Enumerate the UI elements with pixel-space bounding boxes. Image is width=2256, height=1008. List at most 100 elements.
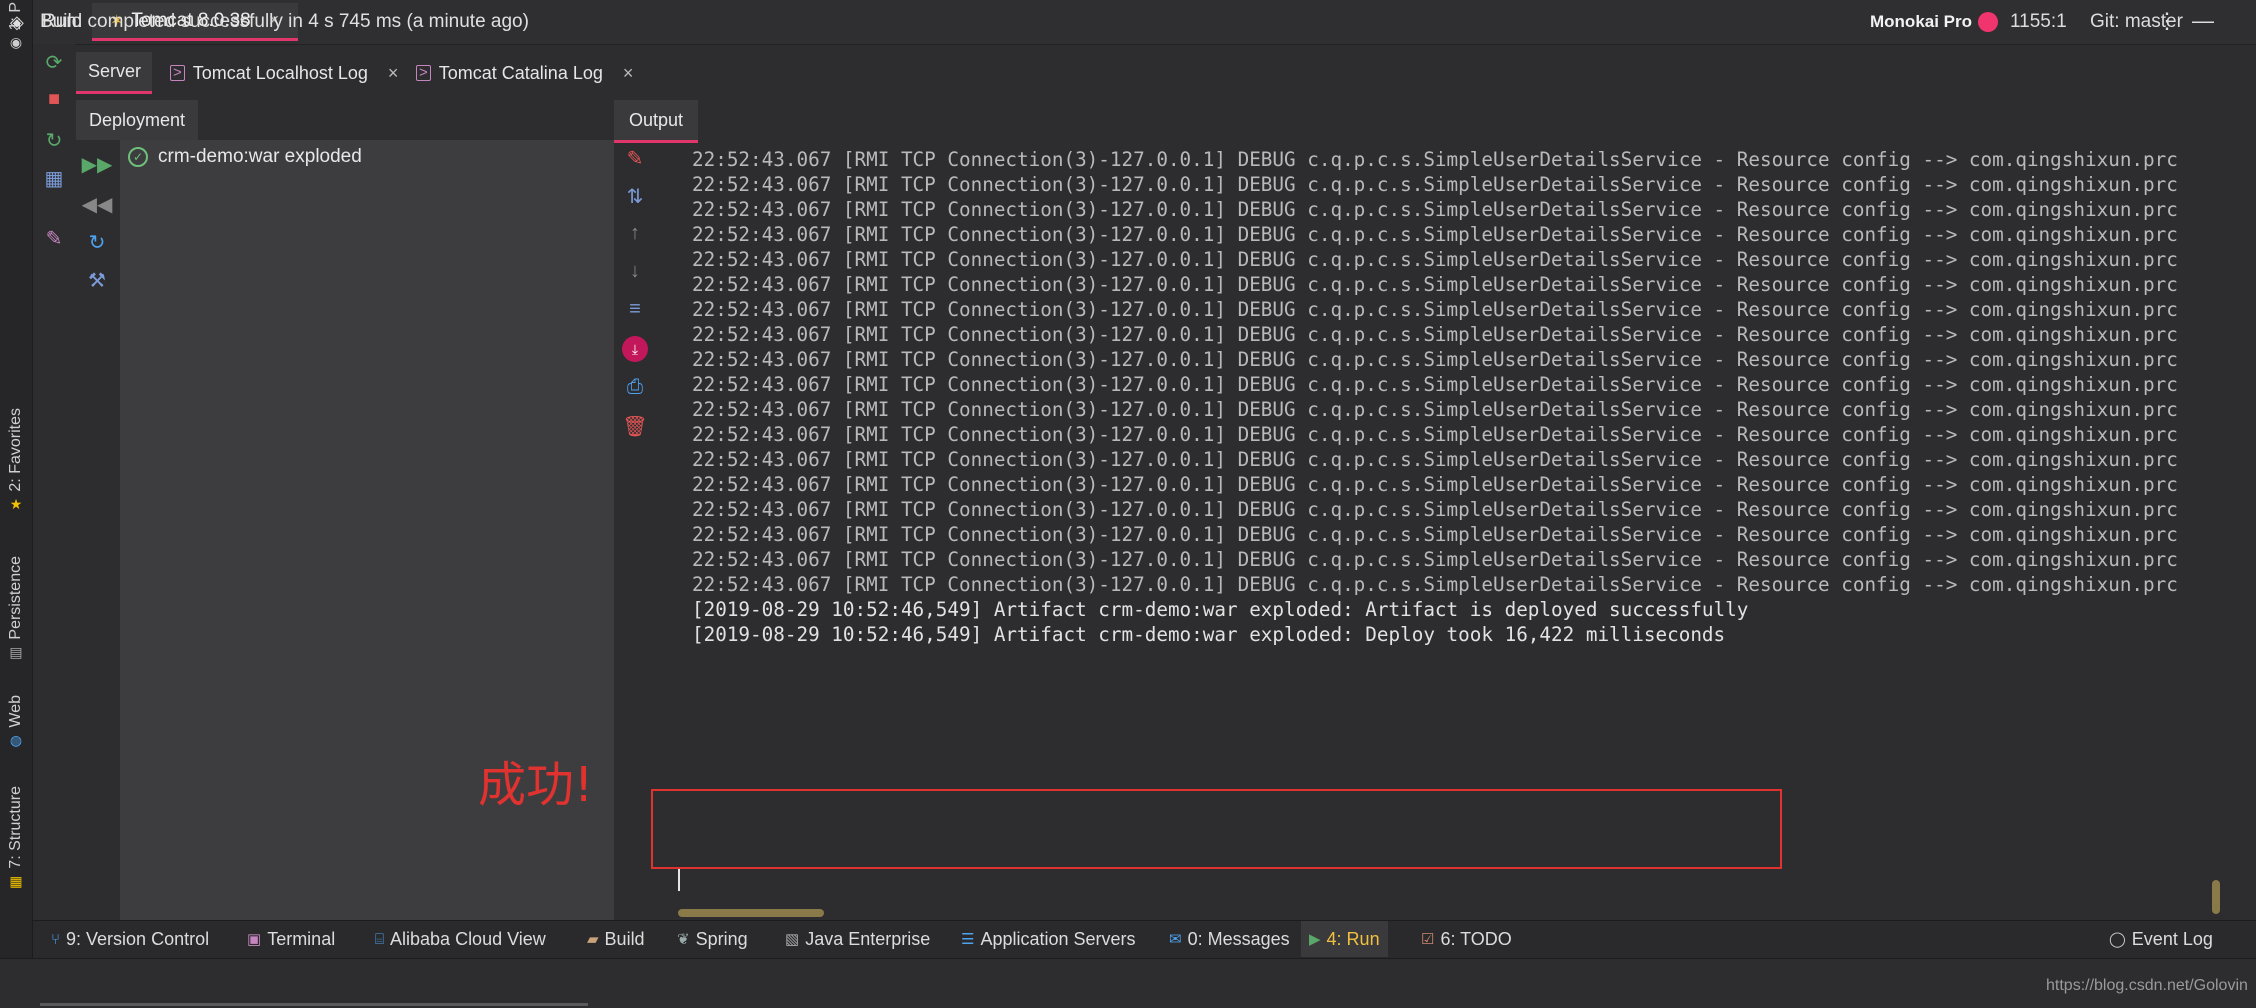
server-sub-tabs: Server > Tomcat Localhost Log × > Tomcat…	[76, 52, 2256, 96]
tab-label: Tomcat Catalina Log	[438, 62, 603, 83]
left-tool-strip: 1: P ◉ 2: Favorites ★ Persistence ▤ Web …	[0, 0, 33, 970]
structure-icon: ▦	[9, 872, 23, 889]
log-line: 22:52:43.067 [RMI TCP Connection(3)-127.…	[692, 573, 2178, 596]
log-line: 22:52:43.067 [RMI TCP Connection(3)-127.…	[692, 448, 2178, 471]
refresh-icon[interactable]: ↻	[76, 230, 118, 255]
tab-terminal[interactable]: ▣ Terminal	[247, 921, 335, 957]
left-tab-web[interactable]: Web ◍	[3, 695, 29, 749]
log-line-success: [2019-08-29 10:52:46,549] Artifact crm-d…	[692, 598, 1749, 621]
theme-name[interactable]: Monokai Pro	[1870, 12, 1972, 32]
branch-icon: ⑂	[51, 930, 61, 948]
tab-application-servers[interactable]: ☰ Application Servers	[961, 921, 1136, 957]
spring-icon: ❦	[677, 931, 690, 948]
tab-version-control[interactable]: ⑂ 9: Version Control	[51, 921, 209, 957]
deployment-header[interactable]: Deployment	[76, 100, 198, 143]
console-output[interactable]: 22:52:43.067 [RMI TCP Connection(3)-127.…	[678, 144, 2226, 889]
text-cursor	[678, 869, 680, 891]
tab-label: 0: Messages	[1187, 928, 1290, 949]
success-annotation: 成功!	[478, 757, 594, 813]
tab-label: Application Servers	[980, 928, 1136, 949]
tab-label: Java Enterprise	[805, 928, 931, 949]
deployment-item-label: crm-demo:war exploded	[158, 146, 362, 167]
status-message[interactable]: Build completed successfully in 4 s 745 …	[40, 11, 529, 33]
tab-build[interactable]: ▰ Build	[587, 921, 645, 957]
caret-position[interactable]: 1155:1	[2010, 11, 2067, 33]
log-line: 22:52:43.067 [RMI TCP Connection(3)-127.…	[692, 298, 2178, 321]
layout-icon[interactable]: ▦	[33, 166, 75, 191]
build-status-icon[interactable]: ◈	[10, 12, 24, 33]
close-icon[interactable]: ×	[388, 63, 399, 84]
sort-icon[interactable]: ⇅	[614, 184, 656, 209]
tab-label: Alibaba Cloud View	[390, 928, 546, 949]
output-header[interactable]: Output	[614, 100, 698, 143]
tab-server-label: Server	[88, 61, 142, 81]
java-enterprise-icon: ▧	[785, 931, 800, 948]
trash-icon[interactable]: 🗑	[614, 414, 656, 439]
soft-wrap-icon[interactable]: ≡	[614, 298, 656, 321]
pin-icon[interactable]: ✎	[33, 226, 75, 251]
log-line: 22:52:43.067 [RMI TCP Connection(3)-127.…	[692, 423, 2178, 446]
scroll-to-end-icon[interactable]: ⤓	[614, 336, 656, 362]
tab-label: Build	[604, 928, 645, 949]
stop-icon[interactable]: ■	[33, 88, 75, 111]
deploy-all-icon[interactable]: ▶▶	[76, 152, 118, 177]
tab-label: Terminal	[267, 928, 336, 949]
tab-label: Event Log	[2131, 928, 2213, 949]
project-icon: ◉	[9, 34, 23, 51]
tab-run[interactable]: ▶ 4: Run	[1301, 921, 1388, 957]
log-line: 22:52:43.067 [RMI TCP Connection(3)-127.…	[692, 198, 2178, 221]
update-icon[interactable]: ↻	[33, 128, 75, 153]
event-log-icon: ◯	[2109, 931, 2126, 948]
left-tab-label: Web	[7, 695, 24, 728]
minimize-icon[interactable]: —	[2192, 8, 2214, 34]
check-icon: ✓	[128, 147, 148, 167]
bottom-tool-bar: ⑂ 9: Version Control ▣ Terminal ⌸ Alibab…	[33, 920, 2256, 959]
tab-messages[interactable]: ✉ 0: Messages	[1169, 921, 1290, 957]
log-line: 22:52:43.067 [RMI TCP Connection(3)-127.…	[692, 498, 2178, 521]
deployment-item[interactable]: ✓ crm-demo:war exploded	[128, 146, 362, 168]
build-artifact-icon[interactable]: ⚒	[76, 268, 118, 293]
tab-label: 6: TODO	[1440, 928, 1512, 949]
log-line: 22:52:43.067 [RMI TCP Connection(3)-127.…	[692, 348, 2178, 371]
undeploy-icon[interactable]: ◀◀	[76, 192, 118, 217]
vertical-scrollbar[interactable]	[2212, 880, 2220, 914]
git-branch[interactable]: Git: master	[2090, 11, 2183, 33]
tab-tomcat-catalina-log[interactable]: > Tomcat Catalina Log ×	[404, 52, 645, 94]
horizontal-scrollbar[interactable]	[678, 909, 824, 917]
status-bar	[0, 958, 2256, 1008]
clear-icon[interactable]: ✎	[614, 146, 656, 171]
log-line: 22:52:43.067 [RMI TCP Connection(3)-127.…	[692, 248, 2178, 271]
output-actions: ✎ ⇅ ↑ ↓ ≡ ⤓ ⎙ 🗑	[614, 140, 656, 920]
persistence-icon: ▤	[9, 643, 23, 660]
tab-label: Spring	[695, 928, 748, 949]
left-tab-persistence[interactable]: Persistence ▤	[3, 556, 29, 661]
server-actions: ▶▶ ◀◀ ↻ ⚒	[76, 140, 120, 920]
terminal-icon: >	[416, 65, 431, 81]
left-tab-label: 2: Favorites	[7, 408, 24, 492]
tab-java-enterprise[interactable]: ▧ Java Enterprise	[785, 921, 930, 957]
log-line: 22:52:43.067 [RMI TCP Connection(3)-127.…	[692, 273, 2178, 296]
left-tab-structure[interactable]: 7: Structure ▦	[3, 786, 29, 890]
tab-server[interactable]: Server	[76, 52, 152, 94]
tab-alibaba-cloud-view[interactable]: ⌸ Alibaba Cloud View	[375, 921, 546, 957]
progress-line	[40, 1003, 588, 1006]
log-line: 22:52:43.067 [RMI TCP Connection(3)-127.…	[692, 323, 2178, 346]
terminal-icon: >	[170, 65, 185, 81]
arrow-up-icon[interactable]: ↑	[614, 222, 656, 245]
tab-event-log[interactable]: ◯ Event Log	[2109, 921, 2213, 957]
success-highlight-box	[651, 789, 1782, 869]
build-icon: ▰	[587, 931, 599, 948]
tab-todo[interactable]: ☑ 6: TODO	[1421, 921, 1512, 957]
rerun-icon[interactable]: ⟳	[33, 50, 75, 75]
log-line: 22:52:43.067 [RMI TCP Connection(3)-127.…	[692, 398, 2178, 421]
print-icon[interactable]: ⎙	[614, 376, 656, 399]
left-tab-favorites[interactable]: 2: Favorites ★	[3, 408, 29, 513]
cloud-icon: ⌸	[375, 930, 385, 948]
log-line: 22:52:43.067 [RMI TCP Connection(3)-127.…	[692, 223, 2178, 246]
arrow-down-icon[interactable]: ↓	[614, 260, 656, 283]
tab-tomcat-localhost-log[interactable]: > Tomcat Localhost Log ×	[158, 52, 410, 94]
tab-spring[interactable]: ❦ Spring	[677, 921, 748, 957]
todo-icon: ☑	[1421, 931, 1435, 948]
close-icon[interactable]: ×	[623, 63, 634, 84]
theme-indicator	[1978, 12, 1998, 32]
